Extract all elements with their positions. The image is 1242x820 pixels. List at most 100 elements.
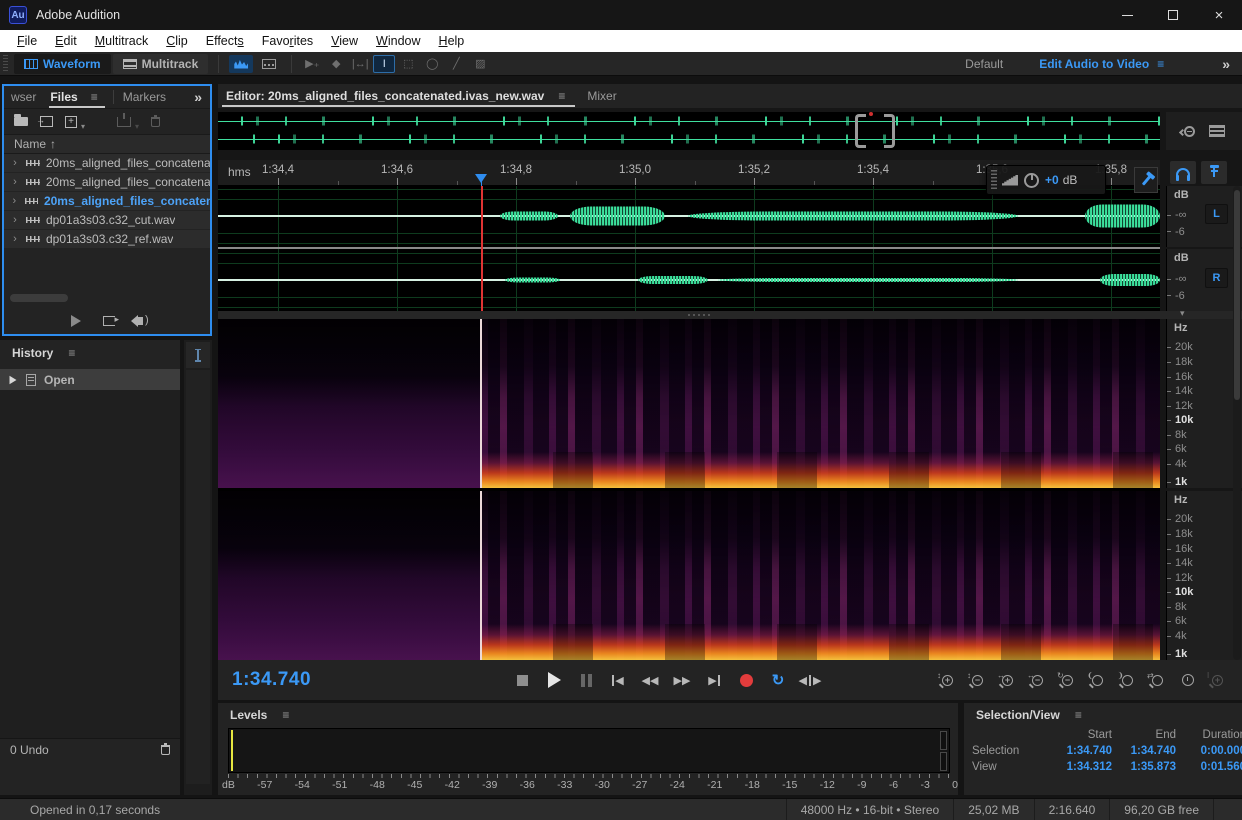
tab-editor[interactable]: Editor: 20ms_aligned_files_concatenated.… [218,84,579,108]
loop-playback-button[interactable]: ↻ [766,669,790,691]
editor-vertical-scrollbar[interactable] [1233,186,1241,660]
channel-right-button[interactable]: R [1205,268,1228,288]
fast-forward-button[interactable]: ▶▶ [670,669,694,691]
new-file-icon[interactable]: + [65,116,77,128]
zoom-in-at-in-point-button[interactable]: ❨ [1087,670,1108,690]
view-end-value[interactable]: 1:35.873 [1112,761,1176,773]
history-menu-icon[interactable]: ≡ [68,346,75,360]
delete-file-icon[interactable] [151,117,160,127]
editor-panel-menu-icon[interactable]: ≡ [558,89,565,103]
zoom-out-horizontal-button[interactable]: ↔− [1027,670,1048,690]
waveform-channel-left[interactable] [218,186,1160,247]
rewind-button[interactable]: ◀◀ [638,669,662,691]
zoom-in-horizontal-button[interactable]: ↔+ [997,670,1018,690]
overview-navigator[interactable] [218,112,1160,150]
editor-layout-icon[interactable] [1209,125,1225,137]
play-button[interactable] [542,669,566,691]
minimize-button[interactable] [1104,0,1150,30]
menu-file[interactable]: File [8,34,46,48]
menu-favorites[interactable]: Favorites [253,34,322,48]
selection-start-value[interactable]: 1:34.740 [1040,745,1112,757]
waveform-display[interactable] [218,186,1160,311]
expand-chevron-icon[interactable]: › [4,176,26,188]
lasso-selection-tool[interactable]: ◯ [421,55,443,73]
levels-menu-icon[interactable]: ≡ [282,708,289,722]
menu-window[interactable]: Window [367,34,429,48]
stop-button[interactable] [510,669,534,691]
auto-play-speaker-icon[interactable] [137,317,143,325]
wave-spectral-divider[interactable]: ▾ [218,311,1242,319]
files-panel-overflow[interactable]: » [194,89,202,105]
gain-knob-icon[interactable] [1024,173,1039,188]
view-start-value[interactable]: 1:34.312 [1040,761,1112,773]
expand-chevron-icon[interactable]: › [4,195,25,207]
record-button[interactable] [734,669,758,691]
maximize-button[interactable] [1150,0,1196,30]
files-panel-menu-icon[interactable]: ≡ [91,90,98,104]
skip-to-start-button[interactable]: ◀ [606,669,630,691]
marquee-selection-tool[interactable]: ⬚ [397,55,419,73]
zoom-in-at-out-point-button[interactable]: ❩ [1117,670,1138,690]
menu-clip[interactable]: Clip [157,34,197,48]
selection-duration-value[interactable]: 0:00.000 [1176,745,1242,757]
menu-effects[interactable]: Effects [197,34,253,48]
import-file-icon[interactable] [40,116,53,127]
gain-value[interactable]: +0 [1045,173,1059,187]
skip-selection-button[interactable]: ◀▶ [798,669,822,691]
expand-chevron-icon[interactable]: › [4,214,26,226]
gain-hud[interactable]: +0 dB [986,165,1106,195]
overview-range-handle[interactable] [855,114,895,148]
paintbrush-selection-tool[interactable]: ╱ [445,55,467,73]
file-row[interactable]: › dp01a3s03.c32_ref.wav [4,230,210,249]
expand-chevron-icon[interactable]: › [4,233,26,245]
pause-button[interactable] [574,669,598,691]
collapsed-panel-tab[interactable] [186,342,210,368]
files-name-header[interactable]: Name ↑ [4,135,210,154]
zoom-out-vertical-button[interactable]: ↕− [967,670,988,690]
hud-grip-icon[interactable] [991,170,997,190]
open-file-icon[interactable] [14,117,28,126]
spot-healing-brush-tool[interactable]: ▨ [469,55,491,73]
timed-record-button[interactable] [1177,670,1198,690]
divider-caret-icon[interactable]: ▾ [1180,308,1185,319]
selection-view-menu-icon[interactable]: ≡ [1075,708,1082,722]
export-icon[interactable] [117,117,131,127]
zoom-reset-button[interactable]: ↻− [1057,670,1078,690]
clip-indicator-left[interactable] [940,731,947,750]
preview-play-icon[interactable] [71,315,81,327]
spectrogram-channel-right[interactable] [218,491,1160,660]
multitrack-mode-button[interactable]: Multitrack [113,54,209,74]
monitor-pin-button[interactable] [1201,161,1227,184]
razor-tool[interactable]: ◆ [325,55,347,73]
monitor-headphones-button[interactable] [1170,161,1196,184]
current-time-display[interactable]: 1:34.740 [232,669,311,691]
spectral-display[interactable] [218,319,1160,660]
preview-loop-icon[interactable] [103,316,115,326]
spectral-view-toggle[interactable] [257,55,281,73]
waveform-channel-right[interactable] [218,249,1160,311]
toolbar-grip[interactable] [3,55,8,73]
channel-left-button[interactable]: L [1205,204,1228,224]
view-duration-value[interactable]: 0:01.560 [1176,761,1242,773]
tab-mixer[interactable]: Mixer [579,84,624,108]
clear-history-trash-icon[interactable] [161,745,170,755]
hud-pin-button[interactable] [1134,167,1158,193]
selection-end-value[interactable]: 1:34.740 [1112,745,1176,757]
workspace-overflow-button[interactable]: » [1222,56,1230,72]
expand-chevron-icon[interactable]: › [4,157,26,169]
zoom-out-full-icon[interactable] [1184,126,1195,137]
waveform-view-toggle[interactable] [229,55,253,73]
file-row-selected[interactable]: › 20ms_aligned_files_concatena [4,192,210,211]
file-row[interactable]: › 20ms_aligned_files_concatena [4,154,210,173]
clip-indicator-right[interactable] [940,752,947,771]
file-row[interactable]: › 20ms_aligned_files_concatena [4,173,210,192]
workspace-menu-icon[interactable]: ≡ [1157,57,1164,71]
zoom-to-selection-button[interactable]: ⇄ [1147,670,1168,690]
menu-help[interactable]: Help [430,34,474,48]
workspace-active[interactable]: Edit Audio to Video [1039,57,1149,71]
waveform-mode-button[interactable]: Waveform [14,54,111,74]
zoom-in-vertical-button[interactable]: ↕+ [937,670,958,690]
history-item-open[interactable]: Open [0,369,180,390]
slip-tool[interactable]: |↔| [349,55,371,73]
workspace-default[interactable]: Default [965,57,1003,71]
